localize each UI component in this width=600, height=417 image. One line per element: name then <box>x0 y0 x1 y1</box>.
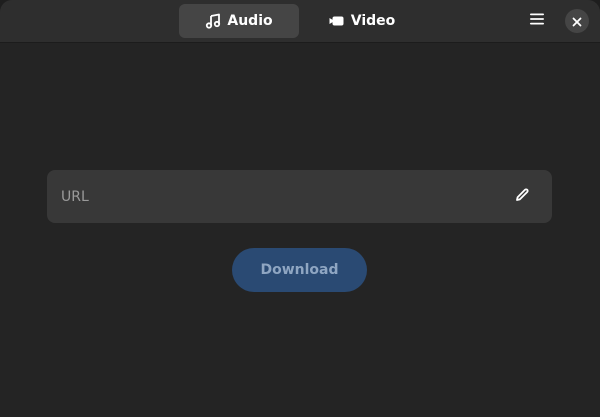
hamburger-menu-icon <box>529 11 545 31</box>
url-input[interactable]: URL <box>47 170 552 223</box>
edit-url-button[interactable] <box>512 187 532 207</box>
close-icon <box>572 12 582 31</box>
pencil-icon <box>514 187 530 207</box>
app-window: Audio Video URL Download <box>0 0 600 417</box>
tab-video-label: Video <box>350 13 396 29</box>
tab-audio[interactable]: Audio <box>179 4 299 38</box>
main-menu-button[interactable] <box>521 5 553 37</box>
download-button[interactable]: Download <box>232 248 367 292</box>
tab-audio-label: Audio <box>227 13 273 29</box>
music-note-icon <box>205 13 221 29</box>
video-camera-icon <box>329 13 345 29</box>
header-bar: Audio Video <box>0 0 600 43</box>
tab-video[interactable]: Video <box>302 4 422 38</box>
url-placeholder: URL <box>61 188 89 205</box>
close-button[interactable] <box>565 9 589 33</box>
download-label: Download <box>260 262 339 278</box>
